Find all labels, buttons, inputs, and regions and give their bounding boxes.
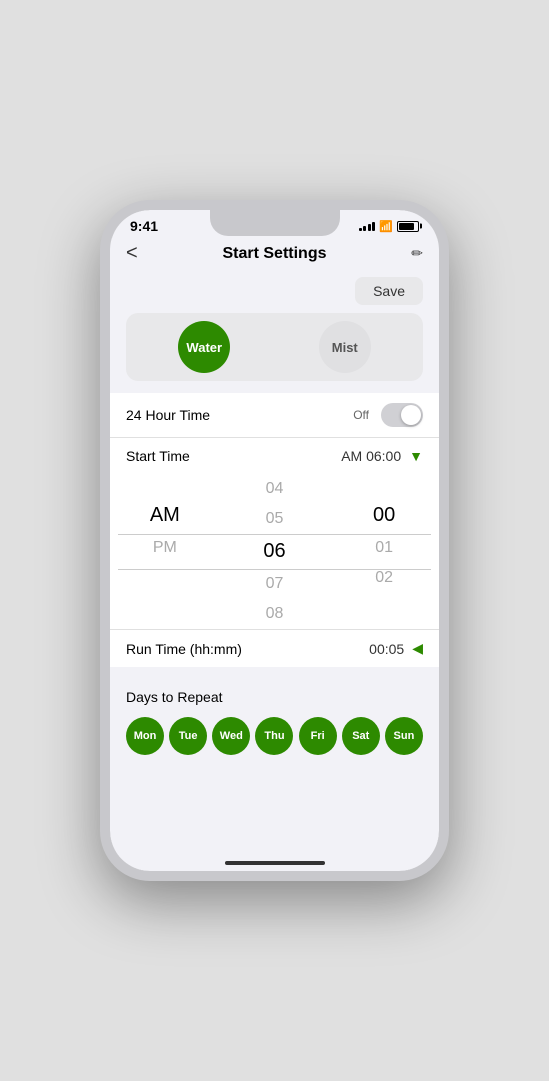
content-area: Save Water Mist 24 Hour Time Off: [110, 273, 439, 871]
hour-time-row: 24 Hour Time Off: [110, 393, 439, 437]
start-time-label: Start Time: [126, 448, 190, 464]
hour-selected[interactable]: 06: [220, 534, 330, 569]
days-to-repeat-label: Days to Repeat: [126, 689, 423, 705]
hour-time-label: 24 Hour Time: [126, 407, 210, 423]
edit-icon[interactable]: ✏: [411, 245, 423, 262]
minute-above2: [329, 474, 439, 486]
status-icons: 📶: [359, 220, 419, 233]
hour-below1[interactable]: 07: [220, 569, 330, 599]
hour-time-value: Off: [353, 403, 423, 427]
water-button[interactable]: Water: [178, 321, 230, 373]
start-time-arrow-icon[interactable]: ▼: [409, 448, 423, 464]
hour-time-toggle[interactable]: [381, 403, 423, 427]
hour-above2: 04: [220, 474, 330, 504]
time-picker-grid: AM PM 04 05 06 07 08: [110, 474, 439, 629]
back-button[interactable]: <: [126, 242, 138, 265]
start-time-row: Start Time AM 06:00 ▼: [110, 437, 439, 474]
mist-button[interactable]: Mist: [319, 321, 371, 373]
day-button-thu[interactable]: Thu: [255, 717, 293, 755]
hour-time-section: 24 Hour Time Off Start Time AM 06:00 ▼: [110, 393, 439, 667]
ampm-column[interactable]: AM PM: [110, 474, 220, 629]
signal-icon: [359, 221, 376, 231]
page-title: Start Settings: [222, 245, 326, 263]
day-button-fri[interactable]: Fri: [299, 717, 337, 755]
save-button-row: Save: [110, 273, 439, 313]
start-time-value[interactable]: AM 06:00 ▼: [341, 448, 423, 464]
status-time: 9:41: [130, 218, 158, 234]
ampm-below[interactable]: PM: [110, 533, 220, 563]
segment-control: Water Mist: [126, 313, 423, 381]
run-time-arrow-icon[interactable]: ◀: [412, 640, 423, 657]
day-button-sun[interactable]: Sun: [385, 717, 423, 755]
ampm-below2: [110, 563, 220, 575]
toggle-knob: [401, 405, 421, 425]
toggle-off-label: Off: [353, 408, 369, 422]
hour-below2: 08: [220, 599, 330, 629]
day-button-tue[interactable]: Tue: [169, 717, 207, 755]
day-button-wed[interactable]: Wed: [212, 717, 250, 755]
ampm-above2: [110, 486, 220, 498]
day-button-mon[interactable]: Mon: [126, 717, 164, 755]
nav-bar: < Start Settings ✏: [110, 238, 439, 273]
run-time-value[interactable]: 00:05 ◀: [369, 640, 423, 657]
minute-above1: [329, 486, 439, 498]
day-button-sat[interactable]: Sat: [342, 717, 380, 755]
phone-screen: 9:41 📶 < Start Settings ✏: [110, 210, 439, 871]
run-time-text: 00:05: [369, 641, 404, 657]
hours-column[interactable]: 04 05 06 07 08: [220, 474, 330, 629]
run-time-row: Run Time (hh:mm) 00:05 ◀: [110, 629, 439, 667]
phone-frame: 9:41 📶 < Start Settings ✏: [100, 200, 449, 881]
days-row: Mon Tue Wed Thu Fri Sat Sun: [126, 717, 423, 755]
wifi-icon: 📶: [379, 220, 393, 233]
ampm-selected[interactable]: AM: [110, 498, 220, 533]
battery-icon: [397, 221, 419, 232]
minute-selected[interactable]: 00: [329, 498, 439, 533]
save-button[interactable]: Save: [355, 277, 423, 305]
home-indicator: [225, 861, 325, 865]
hour-above1: 05: [220, 504, 330, 534]
minute-below2: 02: [329, 563, 439, 593]
ampm-above: [110, 474, 220, 486]
minutes-column[interactable]: 00 01 02: [329, 474, 439, 629]
start-time-text: AM 06:00: [341, 448, 401, 464]
run-time-label: Run Time (hh:mm): [126, 641, 242, 657]
phone-notch: [210, 210, 340, 236]
days-to-repeat-section: Days to Repeat Mon Tue Wed Thu Fri Sat S…: [110, 679, 439, 765]
time-picker[interactable]: AM PM 04 05 06 07 08: [110, 474, 439, 629]
minute-below1[interactable]: 01: [329, 533, 439, 563]
